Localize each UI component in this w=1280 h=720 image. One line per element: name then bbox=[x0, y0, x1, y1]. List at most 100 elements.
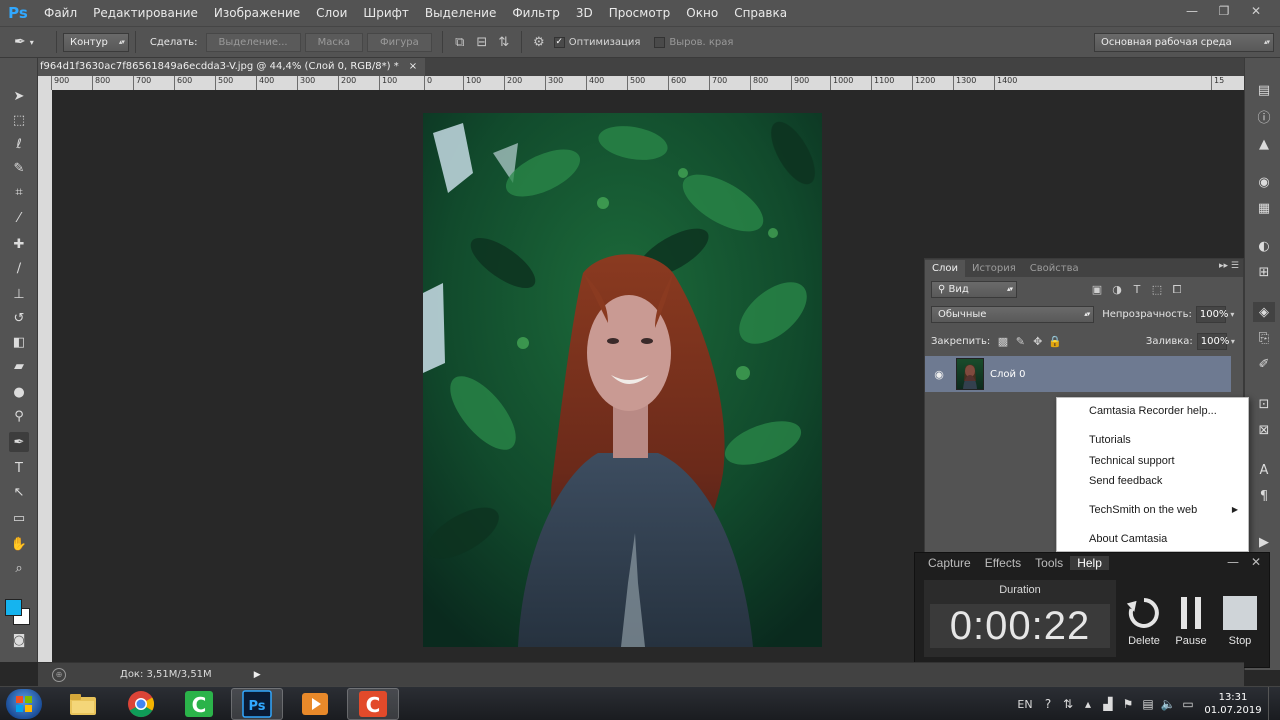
show-hidden-icons-chevron[interactable]: ▴ bbox=[1078, 697, 1098, 711]
pen-mode-select[interactable]: Контур bbox=[63, 32, 129, 52]
dodge-tool-icon[interactable]: ⚲ bbox=[9, 406, 29, 426]
chevron-down-icon[interactable]: ▾ bbox=[1226, 310, 1239, 319]
lasso-tool-icon[interactable]: ℓ bbox=[9, 134, 29, 154]
quick-mask-icon[interactable]: ◙ bbox=[9, 630, 29, 650]
filter-type-icon[interactable]: T bbox=[1127, 283, 1147, 297]
menu-item-tutorials[interactable]: Tutorials bbox=[1089, 434, 1131, 446]
opacity-input[interactable]: 100% bbox=[1195, 306, 1228, 323]
menu-file[interactable]: Файл bbox=[36, 0, 85, 26]
menu-item-send-feedback[interactable]: Send feedback bbox=[1089, 475, 1162, 487]
monitor-icon[interactable]: ▭ bbox=[1178, 697, 1198, 711]
hand-tool-icon[interactable]: ✋ bbox=[9, 534, 29, 554]
restore-button[interactable]: ❐ bbox=[1208, 0, 1240, 22]
play-action-icon[interactable]: ▶ bbox=[1253, 532, 1275, 552]
status-menu-arrow[interactable]: ▶ bbox=[254, 670, 261, 680]
show-desktop-button[interactable] bbox=[1268, 687, 1280, 720]
brush-tool-icon[interactable]: ∕ bbox=[9, 258, 29, 278]
taskbar-camtasia-recorder[interactable]: C bbox=[347, 688, 399, 720]
language-indicator[interactable]: EN bbox=[1012, 698, 1038, 711]
rectangle-tool-icon[interactable]: ▭ bbox=[9, 508, 29, 528]
document-tab[interactable]: f964d1f3630ac7f86561849a6ecdda3-V.jpg @ … bbox=[38, 58, 426, 76]
recorder-menu-capture[interactable]: Capture bbox=[921, 556, 978, 570]
panel-menu-icon[interactable]: ▸▸ ☰ bbox=[1219, 261, 1239, 271]
marquee-tool-icon[interactable]: ⬚ bbox=[9, 110, 29, 130]
swatches-panel-icon[interactable]: ▦ bbox=[1253, 198, 1275, 218]
zoom-tool-icon[interactable]: ⌕ bbox=[9, 558, 29, 578]
layer-row[interactable]: ◉ Слой 0 bbox=[925, 356, 1231, 392]
menu-type[interactable]: Шрифт bbox=[355, 0, 417, 26]
taskbar-chrome[interactable] bbox=[115, 688, 167, 720]
lock-position-icon[interactable]: ✥ bbox=[1029, 335, 1046, 348]
network-share-icon[interactable]: ⇅ bbox=[1058, 697, 1078, 711]
paths-panel-icon[interactable]: ✐ bbox=[1253, 354, 1275, 374]
recorder-menu-effects[interactable]: Effects bbox=[978, 556, 1028, 570]
filter-adjustment-icon[interactable]: ◑ bbox=[1107, 283, 1127, 297]
close-icon[interactable]: ✕ bbox=[1251, 555, 1261, 569]
close-tab-icon[interactable]: × bbox=[409, 58, 417, 76]
menu-item-technical-support[interactable]: Technical support bbox=[1089, 455, 1175, 467]
path-operations-icon[interactable]: ⧉ bbox=[449, 32, 471, 52]
eye-icon[interactable]: ◉ bbox=[925, 368, 953, 381]
taskbar-photoshop[interactable]: Ps bbox=[231, 688, 283, 720]
styles-panel-icon[interactable]: ⊞ bbox=[1253, 262, 1275, 282]
lock-pixels-icon[interactable]: ✎ bbox=[1012, 335, 1029, 348]
pause-button[interactable]: Pause bbox=[1168, 591, 1214, 647]
path-select-tool-icon[interactable]: ↖ bbox=[9, 482, 29, 502]
signal-icon[interactable]: ▟ bbox=[1098, 697, 1118, 711]
lock-transparency-icon[interactable]: ▩ bbox=[994, 335, 1011, 348]
align-edges-checkbox[interactable]: Выров. края bbox=[654, 36, 733, 48]
make-mask-button[interactable]: Маска bbox=[304, 32, 364, 52]
minimize-icon[interactable]: — bbox=[1227, 555, 1239, 569]
path-alignment-icon[interactable]: ⊟ bbox=[471, 32, 493, 52]
fill-input[interactable]: 100% bbox=[1196, 333, 1229, 350]
recorder-menu-tools[interactable]: Tools bbox=[1028, 556, 1070, 570]
stop-button[interactable]: Stop bbox=[1217, 591, 1263, 647]
quick-select-tool-icon[interactable]: ✎ bbox=[9, 158, 29, 178]
lock-all-icon[interactable]: 🔒 bbox=[1046, 335, 1063, 348]
menu-window[interactable]: Окно bbox=[678, 0, 726, 26]
tool-preset-picker[interactable]: ✒ ▾ bbox=[14, 34, 50, 50]
menu-item-techsmith-web[interactable]: TechSmith on the web bbox=[1089, 504, 1197, 516]
color-panel-icon[interactable]: ◉ bbox=[1253, 172, 1275, 192]
clone-source-icon[interactable]: ⊠ bbox=[1253, 420, 1275, 440]
document-photo[interactable] bbox=[423, 113, 822, 647]
menu-edit[interactable]: Редактирование bbox=[85, 0, 206, 26]
help-icon[interactable]: ? bbox=[1038, 697, 1058, 711]
menu-help[interactable]: Справка bbox=[726, 0, 795, 26]
action-center-flag-icon[interactable]: ⚑ bbox=[1118, 697, 1138, 711]
histogram-icon[interactable]: ▲ bbox=[1253, 134, 1275, 154]
history-brush-tool-icon[interactable]: ↺ bbox=[9, 308, 29, 328]
filter-shape-icon[interactable]: ⬚ bbox=[1147, 283, 1167, 297]
adjustments-panel-icon[interactable]: ◐ bbox=[1253, 236, 1275, 256]
close-button[interactable]: ✕ bbox=[1240, 0, 1272, 22]
taskbar-explorer[interactable] bbox=[57, 688, 109, 720]
move-tool-icon[interactable]: ➤ bbox=[9, 86, 29, 106]
type-tool-icon[interactable]: T bbox=[9, 458, 29, 478]
paragraph-panel-icon[interactable]: ¶ bbox=[1253, 486, 1275, 506]
filter-pixel-icon[interactable]: ▣ bbox=[1087, 283, 1107, 297]
path-arrangement-icon[interactable]: ⇅ bbox=[493, 32, 515, 52]
stamp-tool-icon[interactable]: ⊥ bbox=[9, 284, 29, 304]
menu-filter[interactable]: Фильтр bbox=[504, 0, 567, 26]
recorder-menu-help[interactable]: Help bbox=[1070, 556, 1109, 570]
gradient-tool-icon[interactable]: ▰ bbox=[9, 356, 29, 376]
tab-properties[interactable]: Свойства bbox=[1023, 260, 1086, 277]
menu-select[interactable]: Выделение bbox=[417, 0, 504, 26]
chevron-down-icon[interactable]: ▾ bbox=[1227, 337, 1239, 346]
layers-panel-icon[interactable]: ◈ bbox=[1253, 302, 1275, 322]
menu-view[interactable]: Просмотр bbox=[601, 0, 679, 26]
blend-mode-select[interactable]: Обычные bbox=[931, 306, 1095, 323]
brush-panel-icon[interactable]: ⊡ bbox=[1253, 394, 1275, 414]
menu-3d[interactable]: 3D bbox=[568, 0, 601, 26]
workspace-select[interactable]: Основная рабочая среда bbox=[1094, 33, 1274, 52]
start-button[interactable] bbox=[6, 689, 42, 719]
menu-layers[interactable]: Слои bbox=[308, 0, 355, 26]
volume-icon[interactable]: 🔈 bbox=[1158, 697, 1178, 711]
gear-icon[interactable]: ⚙ bbox=[528, 32, 550, 52]
pen-tool-icon[interactable]: ✒ bbox=[9, 432, 29, 452]
optimize-checkbox[interactable]: ✓ Оптимизация bbox=[553, 36, 640, 48]
healing-tool-icon[interactable]: ✚ bbox=[9, 234, 29, 254]
character-panel-icon[interactable]: A bbox=[1253, 460, 1275, 480]
tab-layers[interactable]: Слои bbox=[925, 260, 965, 277]
channels-panel-icon[interactable]: ⎘ bbox=[1253, 328, 1275, 348]
